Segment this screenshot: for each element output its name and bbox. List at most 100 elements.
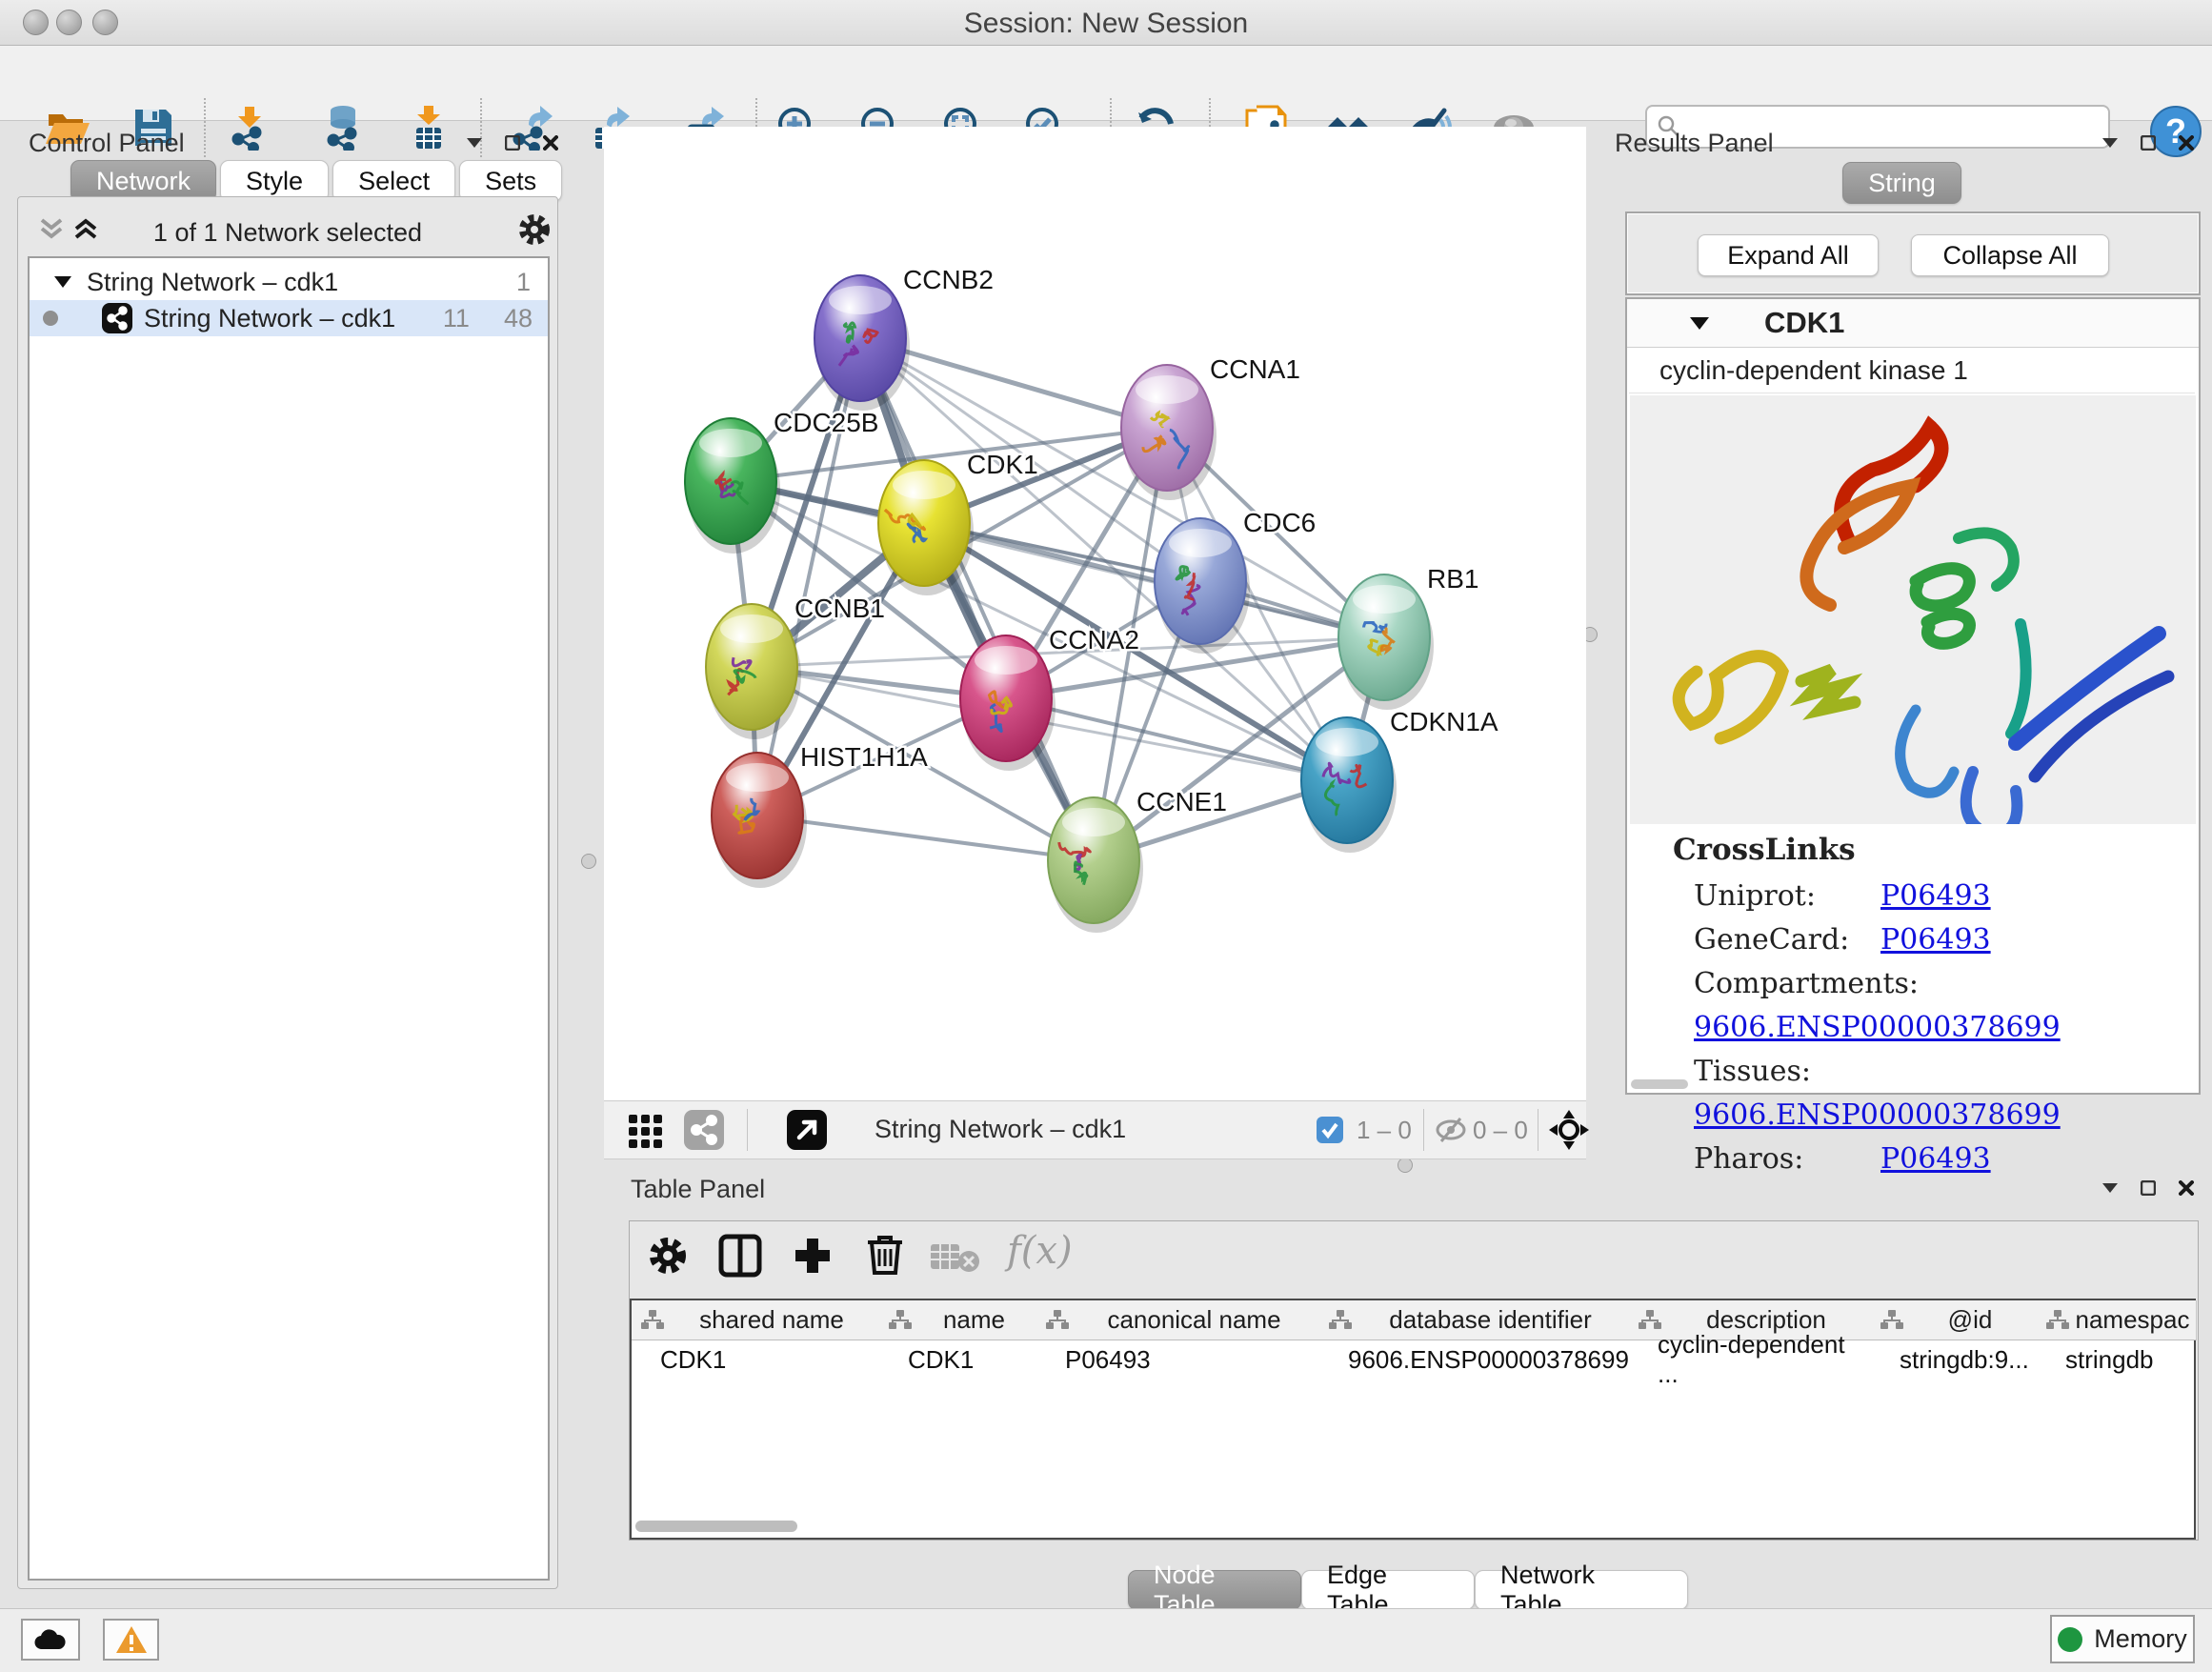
- crosslink-label: Compartments:: [1694, 962, 1880, 1006]
- network-canvas[interactable]: CCNB2 CCNA1 CDC25BCDK1 CDC6 RB1 CCNB1 CCNA2 CDK…: [604, 127, 1586, 1100]
- grid-view-icon[interactable]: [627, 1111, 665, 1154]
- network-graph: CCNB2 CCNA1 CDC25BCDK1 CDC6 RB1 CCNB1 CCNA2 CDK…: [604, 127, 1586, 1100]
- network-label: String Network – cdk1: [144, 304, 395, 333]
- node-label: CDKN1A: [1390, 707, 1498, 736]
- table-panel-box: f(x) shared namename canonical namedataba…: [629, 1220, 2199, 1541]
- node-CDK1[interactable]: CDK1: [878, 450, 1038, 595]
- float-panel-icon[interactable]: [505, 135, 520, 151]
- edge-count: 48: [504, 304, 533, 333]
- crosslink-genecard[interactable]: P06493: [1880, 923, 1991, 957]
- status-bar: Memory: [0, 1608, 2212, 1672]
- crosslink-label: GeneCard:: [1694, 918, 1880, 962]
- cell-canonical-name[interactable]: P06493: [1036, 1340, 1319, 1380]
- tab-edge-table[interactable]: Edge Table: [1301, 1570, 1475, 1610]
- close-panel-icon[interactable]: [543, 135, 558, 151]
- column-header-shared-name[interactable]: shared name: [632, 1300, 880, 1340]
- close-panel-icon[interactable]: [2179, 1180, 2194, 1196]
- cell-name[interactable]: CDK1: [879, 1340, 1036, 1380]
- gene-collapse-icon[interactable]: [1690, 317, 1709, 330]
- function-builder-icon[interactable]: f(x): [1007, 1229, 1073, 1273]
- network-collection-row[interactable]: String Network – cdk1 1: [30, 264, 548, 300]
- node-label: CCNE1: [1136, 787, 1227, 816]
- network-options-gear-icon[interactable]: [517, 212, 552, 247]
- gene-header-row[interactable]: CDK1: [1627, 299, 2199, 348]
- node-label: CCNA1: [1210, 354, 1300, 384]
- tab-node-table[interactable]: Node Table: [1128, 1570, 1301, 1610]
- show-columns-icon[interactable]: [717, 1233, 763, 1283]
- main-toolbar: ?: [0, 46, 2212, 121]
- left-splitter-handle[interactable]: [581, 854, 596, 869]
- network-list-box: 1 of 1 Network selected String Network –…: [17, 196, 558, 1589]
- network-tree: String Network – cdk1 1 String Network –…: [28, 256, 550, 1581]
- panel-menu-icon[interactable]: [2102, 1183, 2118, 1193]
- node-label: CCNB2: [903, 265, 994, 294]
- node-CDC6[interactable]: CDC6: [1155, 508, 1316, 654]
- panel-menu-icon[interactable]: [467, 138, 482, 148]
- cell-namespac[interactable]: stringdb: [2037, 1340, 2196, 1380]
- collapse-all-button[interactable]: Collapse All: [1911, 234, 2109, 276]
- edge[interactable]: [757, 816, 1094, 860]
- crosslink-uniprot[interactable]: P06493: [1880, 879, 1991, 913]
- table-tabs: Node Table Edge Table Network Table: [1128, 1570, 1688, 1610]
- results-panel-title: Results Panel: [1615, 129, 1774, 158]
- float-panel-icon[interactable]: [2141, 135, 2156, 151]
- warning-button[interactable]: [103, 1619, 159, 1661]
- column-header-canonical-name[interactable]: canonical name: [1036, 1300, 1320, 1340]
- crosslink-compartments[interactable]: 9606.ENSP00000378699: [1694, 1011, 2061, 1044]
- node-label: CCNA2: [1049, 625, 1139, 655]
- protein-structure-image: [1630, 395, 2196, 824]
- hidden-counts: 0 – 0: [1473, 1116, 1528, 1145]
- node-CCNB2[interactable]: CCNB2: [814, 265, 994, 411]
- cell-shared-name[interactable]: CDK1: [632, 1340, 879, 1380]
- node-CCNA1[interactable]: CCNA1: [1121, 354, 1300, 500]
- collection-count: 1: [516, 268, 531, 297]
- table-options-gear-icon[interactable]: [647, 1235, 689, 1277]
- network-share-view-icon[interactable]: [684, 1110, 724, 1155]
- column-type-icon: [1880, 1310, 1903, 1331]
- tab-string[interactable]: String: [1842, 162, 1961, 204]
- node-label: CCNB1: [794, 594, 885, 623]
- network-row-selected[interactable]: String Network – cdk1 11 48: [30, 300, 548, 336]
- node-CDKN1A[interactable]: CDKN1A: [1301, 707, 1498, 853]
- column-header-database-identifier[interactable]: database identifier: [1319, 1300, 1630, 1340]
- node-label: RB1: [1427, 564, 1478, 594]
- column-header-@id[interactable]: @id: [1871, 1300, 2038, 1340]
- column-label: canonical name: [1069, 1305, 1319, 1335]
- cell-description[interactable]: cyclin-dependent ...: [1629, 1340, 1871, 1380]
- cell-@id[interactable]: stringdb:9...: [1871, 1340, 2037, 1380]
- birdseye-view-icon[interactable]: [1549, 1110, 1589, 1155]
- float-panel-icon[interactable]: [2141, 1180, 2156, 1196]
- delete-table-icon[interactable]: [931, 1240, 980, 1279]
- tab-network-table[interactable]: Network Table: [1475, 1570, 1688, 1610]
- cloud-icon: [34, 1628, 67, 1651]
- column-header-name[interactable]: name: [879, 1300, 1037, 1340]
- results-hscrollbar[interactable]: [1631, 1079, 1688, 1089]
- node-HIST1H1A[interactable]: HIST1H1A: [712, 742, 928, 888]
- toolbar-separator: [747, 1109, 748, 1151]
- crosslink-row: Uniprot:P06493: [1694, 875, 2199, 918]
- column-header-namespac[interactable]: namespac: [2037, 1300, 2197, 1340]
- node-RB1[interactable]: RB1: [1338, 564, 1478, 710]
- table-hscrollbar-thumb[interactable]: [635, 1521, 797, 1532]
- delete-column-icon[interactable]: [862, 1231, 908, 1281]
- cell-database-identifier[interactable]: 9606.ENSP00000378699: [1319, 1340, 1629, 1380]
- node-CCNE1[interactable]: CCNE1: [1048, 787, 1227, 933]
- crosslink-tissues[interactable]: 9606.ENSP00000378699: [1694, 1098, 2061, 1132]
- close-panel-icon[interactable]: [2179, 135, 2194, 151]
- network-view-title: String Network – cdk1: [875, 1115, 1126, 1144]
- crosslink-label: Tissues:: [1694, 1050, 1880, 1094]
- tree-expander-icon[interactable]: [54, 276, 71, 288]
- hidden-eye-icon[interactable]: [1435, 1116, 1467, 1149]
- collection-label: String Network – cdk1: [87, 268, 338, 297]
- node-CDC25B[interactable]: CDC25B: [685, 408, 878, 554]
- selected-checkbox-icon[interactable]: [1317, 1117, 1343, 1148]
- cloud-button[interactable]: [21, 1619, 80, 1661]
- expand-all-button[interactable]: Expand All: [1698, 234, 1879, 276]
- node-CCNB1[interactable]: CCNB1: [706, 594, 885, 739]
- open-overview-icon[interactable]: [787, 1110, 827, 1155]
- add-column-icon[interactable]: [790, 1233, 835, 1283]
- crosslink-row: Compartments: 9606.ENSP00000378699: [1694, 962, 2199, 1050]
- control-panel-title: Control Panel: [29, 129, 185, 158]
- memory-button[interactable]: Memory: [2050, 1615, 2195, 1663]
- panel-menu-icon[interactable]: [2102, 138, 2118, 148]
